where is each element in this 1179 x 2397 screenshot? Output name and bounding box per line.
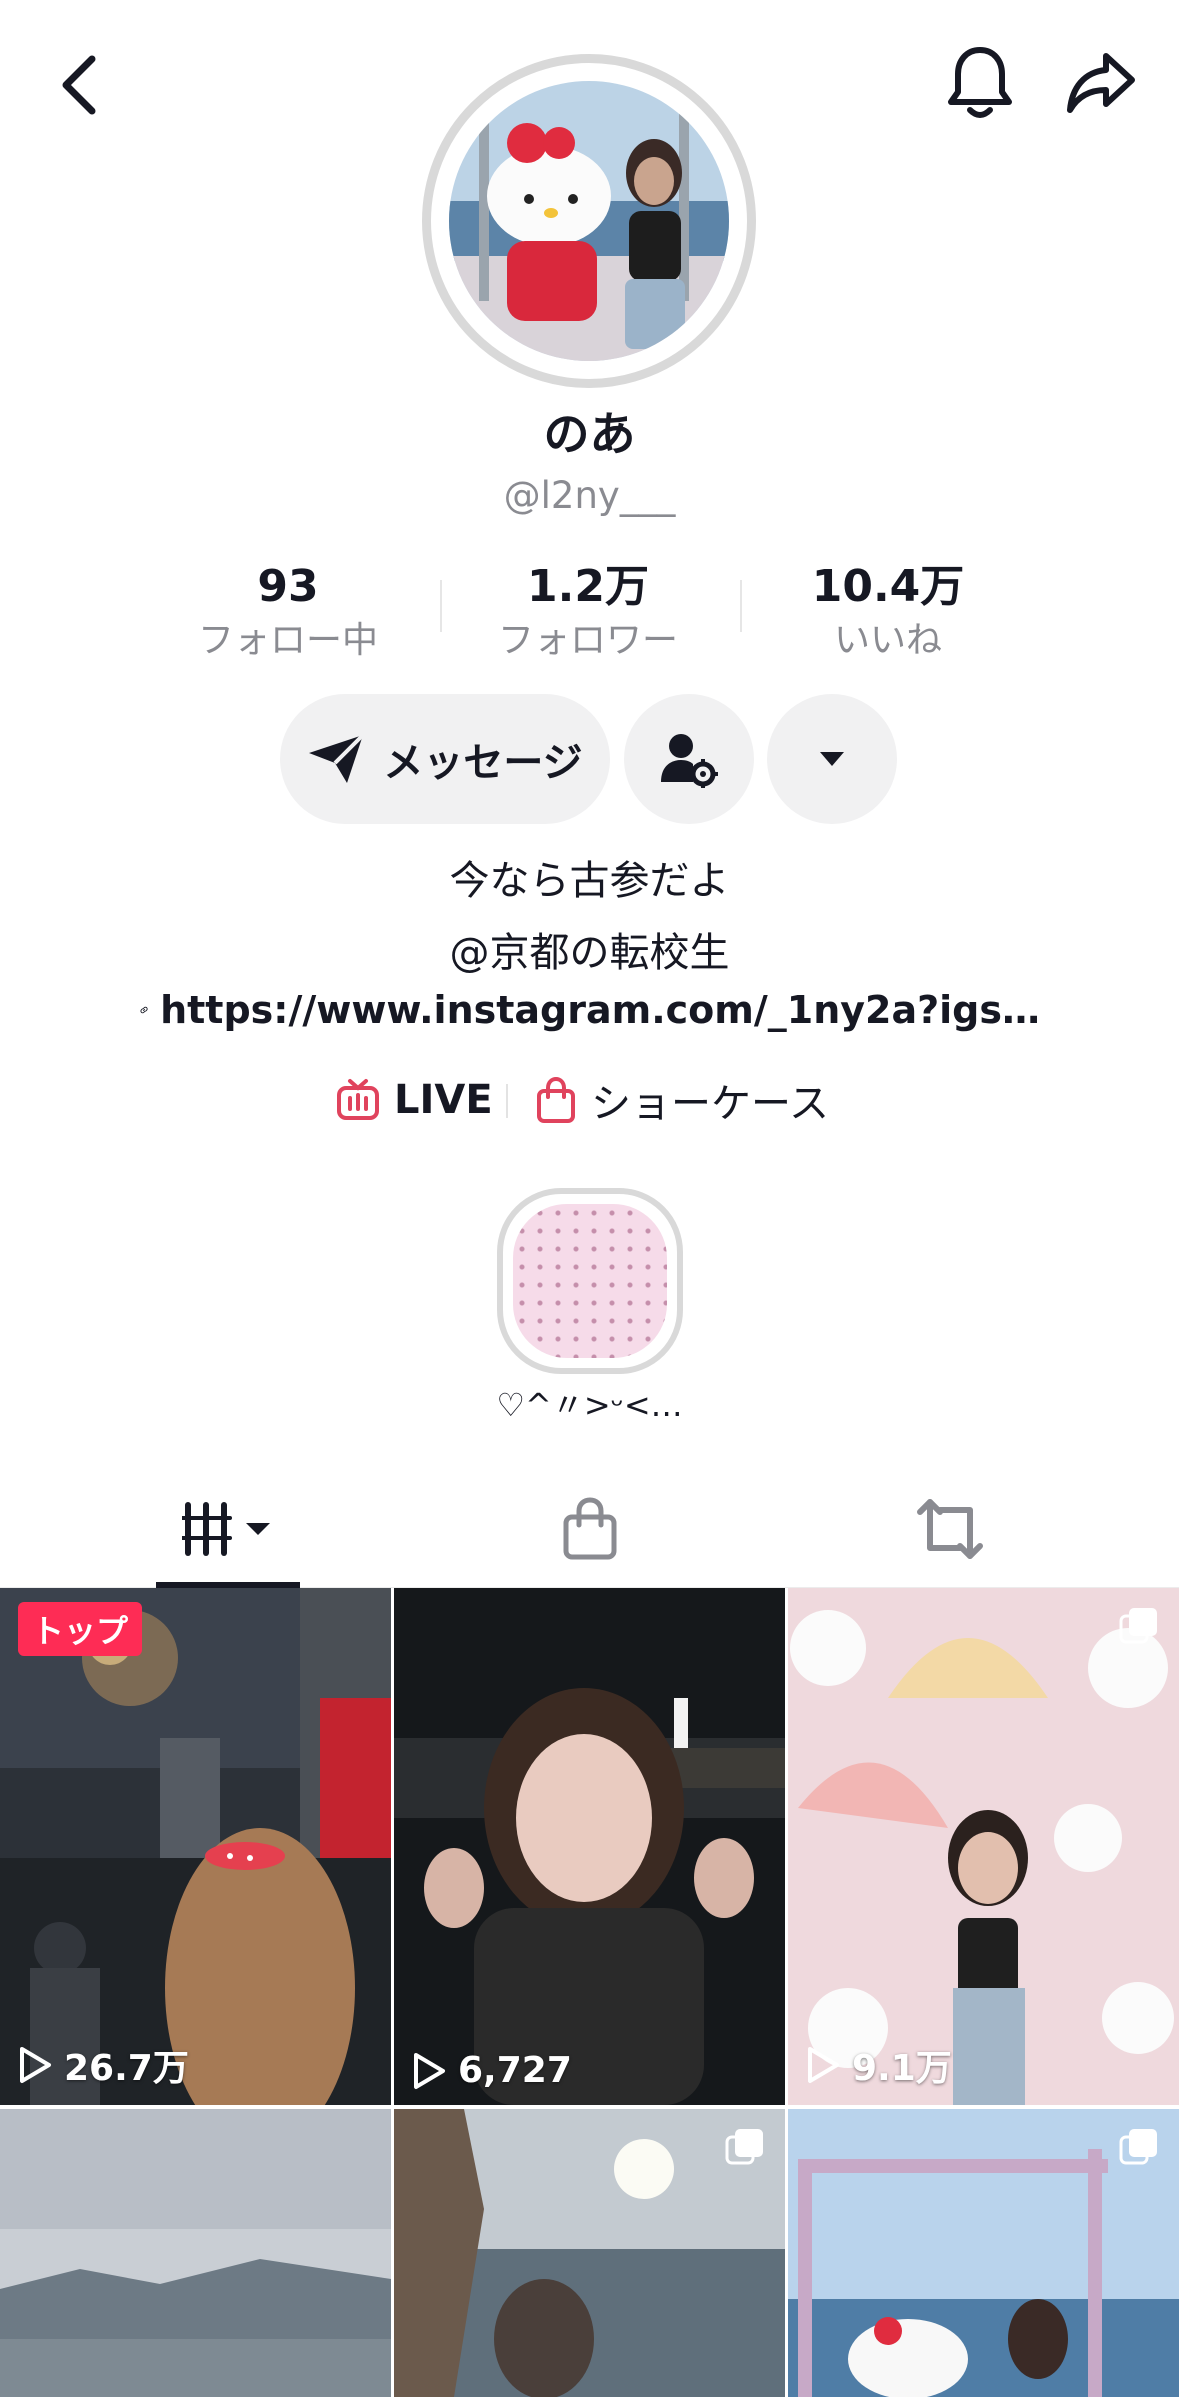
share-button[interactable] xyxy=(1053,38,1148,128)
link-icon xyxy=(140,1006,148,1014)
video-thumbnail[interactable] xyxy=(394,2109,785,2397)
likes-label: いいね xyxy=(833,620,942,661)
video-thumbnail[interactable]: 6,727 xyxy=(394,1588,785,2105)
shopping-bag-icon xyxy=(563,1497,617,1560)
video-thumbnail[interactable] xyxy=(0,2109,391,2397)
tab-shop[interactable] xyxy=(520,1470,660,1588)
send-icon xyxy=(309,733,365,783)
live-label: LIVE xyxy=(394,1077,493,1123)
friend-settings-button[interactable] xyxy=(624,694,754,824)
notification-button[interactable] xyxy=(935,38,1025,128)
bio-text: 今なら古参だよ xyxy=(449,858,730,904)
tab-repost[interactable] xyxy=(880,1470,1020,1588)
showcase-button[interactable]: ショーケース xyxy=(535,1070,829,1130)
stats-row: 93 フォロー中 1.2万 フォロワー 10.4万 いいね xyxy=(0,556,1179,666)
pinned-badge: トップ xyxy=(18,1602,143,1656)
display-name: のあ xyxy=(543,407,636,461)
play-icon xyxy=(20,2047,51,2083)
view-count: 26.7万 xyxy=(18,2039,189,2091)
tab-videos[interactable] xyxy=(156,1470,300,1588)
bio-link[interactable]: https://www.instagram.com/_1ny2a?igs… xyxy=(140,980,1040,1040)
bio-mention[interactable]: @京都の転校生 xyxy=(0,920,1179,978)
back-icon xyxy=(62,55,96,115)
stat-divider xyxy=(440,580,442,632)
bell-icon xyxy=(948,47,1012,118)
showcase-label: ショーケース xyxy=(591,1081,829,1127)
video-grid: トップ 26.7万 6,727 9.1万 xyxy=(0,1588,1179,2397)
followers-count: 1.2万 xyxy=(527,561,649,612)
profile-avatar-ring[interactable] xyxy=(422,54,756,388)
friend-settings-icon xyxy=(661,734,718,788)
share-icon xyxy=(1066,53,1135,113)
video-thumbnail[interactable] xyxy=(788,2109,1179,2397)
videos-grid-icon xyxy=(182,1502,270,1556)
following-count: 93 xyxy=(257,561,319,612)
view-count: 9.1万 xyxy=(806,2039,952,2091)
play-icon xyxy=(808,2047,839,2083)
followers-label: フォロワー xyxy=(497,620,678,661)
message-button[interactable]: メッセージ xyxy=(280,694,610,824)
stat-likes[interactable]: 10.4万 いいね xyxy=(778,556,998,664)
more-options-button[interactable] xyxy=(767,694,897,824)
multi-image-icon xyxy=(1119,1606,1159,1650)
repost-icon xyxy=(917,1499,983,1559)
highlight-cover xyxy=(513,1204,667,1358)
live-tv-icon xyxy=(337,1079,379,1120)
content-tabs xyxy=(0,1470,1179,1588)
stat-following[interactable]: 93 フォロー中 xyxy=(178,556,398,664)
story-highlight[interactable] xyxy=(497,1188,683,1374)
likes-count: 10.4万 xyxy=(811,561,965,612)
message-label: メッセージ xyxy=(383,740,583,786)
video-thumbnail[interactable]: トップ 26.7万 xyxy=(0,1588,391,2105)
multi-image-icon xyxy=(725,2127,765,2171)
avatar xyxy=(449,81,729,361)
feature-divider xyxy=(506,1084,508,1118)
video-thumbnail[interactable]: 9.1万 xyxy=(788,1588,1179,2105)
play-icon xyxy=(414,2052,445,2089)
highlight-label: ♡^〃>ᵕ<… xyxy=(496,1386,683,1424)
profile-features: LIVE ショーケース xyxy=(0,1070,1179,1130)
caret-down-icon xyxy=(820,752,844,766)
following-label: フォロー中 xyxy=(197,620,378,661)
stat-followers[interactable]: 1.2万 フォロワー xyxy=(478,556,698,664)
multi-image-icon xyxy=(1119,2127,1159,2171)
shopping-bag-icon xyxy=(537,1077,575,1123)
profile-actions: メッセージ xyxy=(0,694,1179,824)
username: @l2ny___ xyxy=(503,474,676,517)
view-count: 6,727 xyxy=(412,2050,572,2091)
back-button[interactable] xyxy=(40,40,120,130)
live-button[interactable]: LIVE xyxy=(336,1070,493,1130)
stat-divider xyxy=(740,580,742,632)
bio-link-text: https://www.instagram.com/_1ny2a?igs… xyxy=(160,988,1040,1032)
